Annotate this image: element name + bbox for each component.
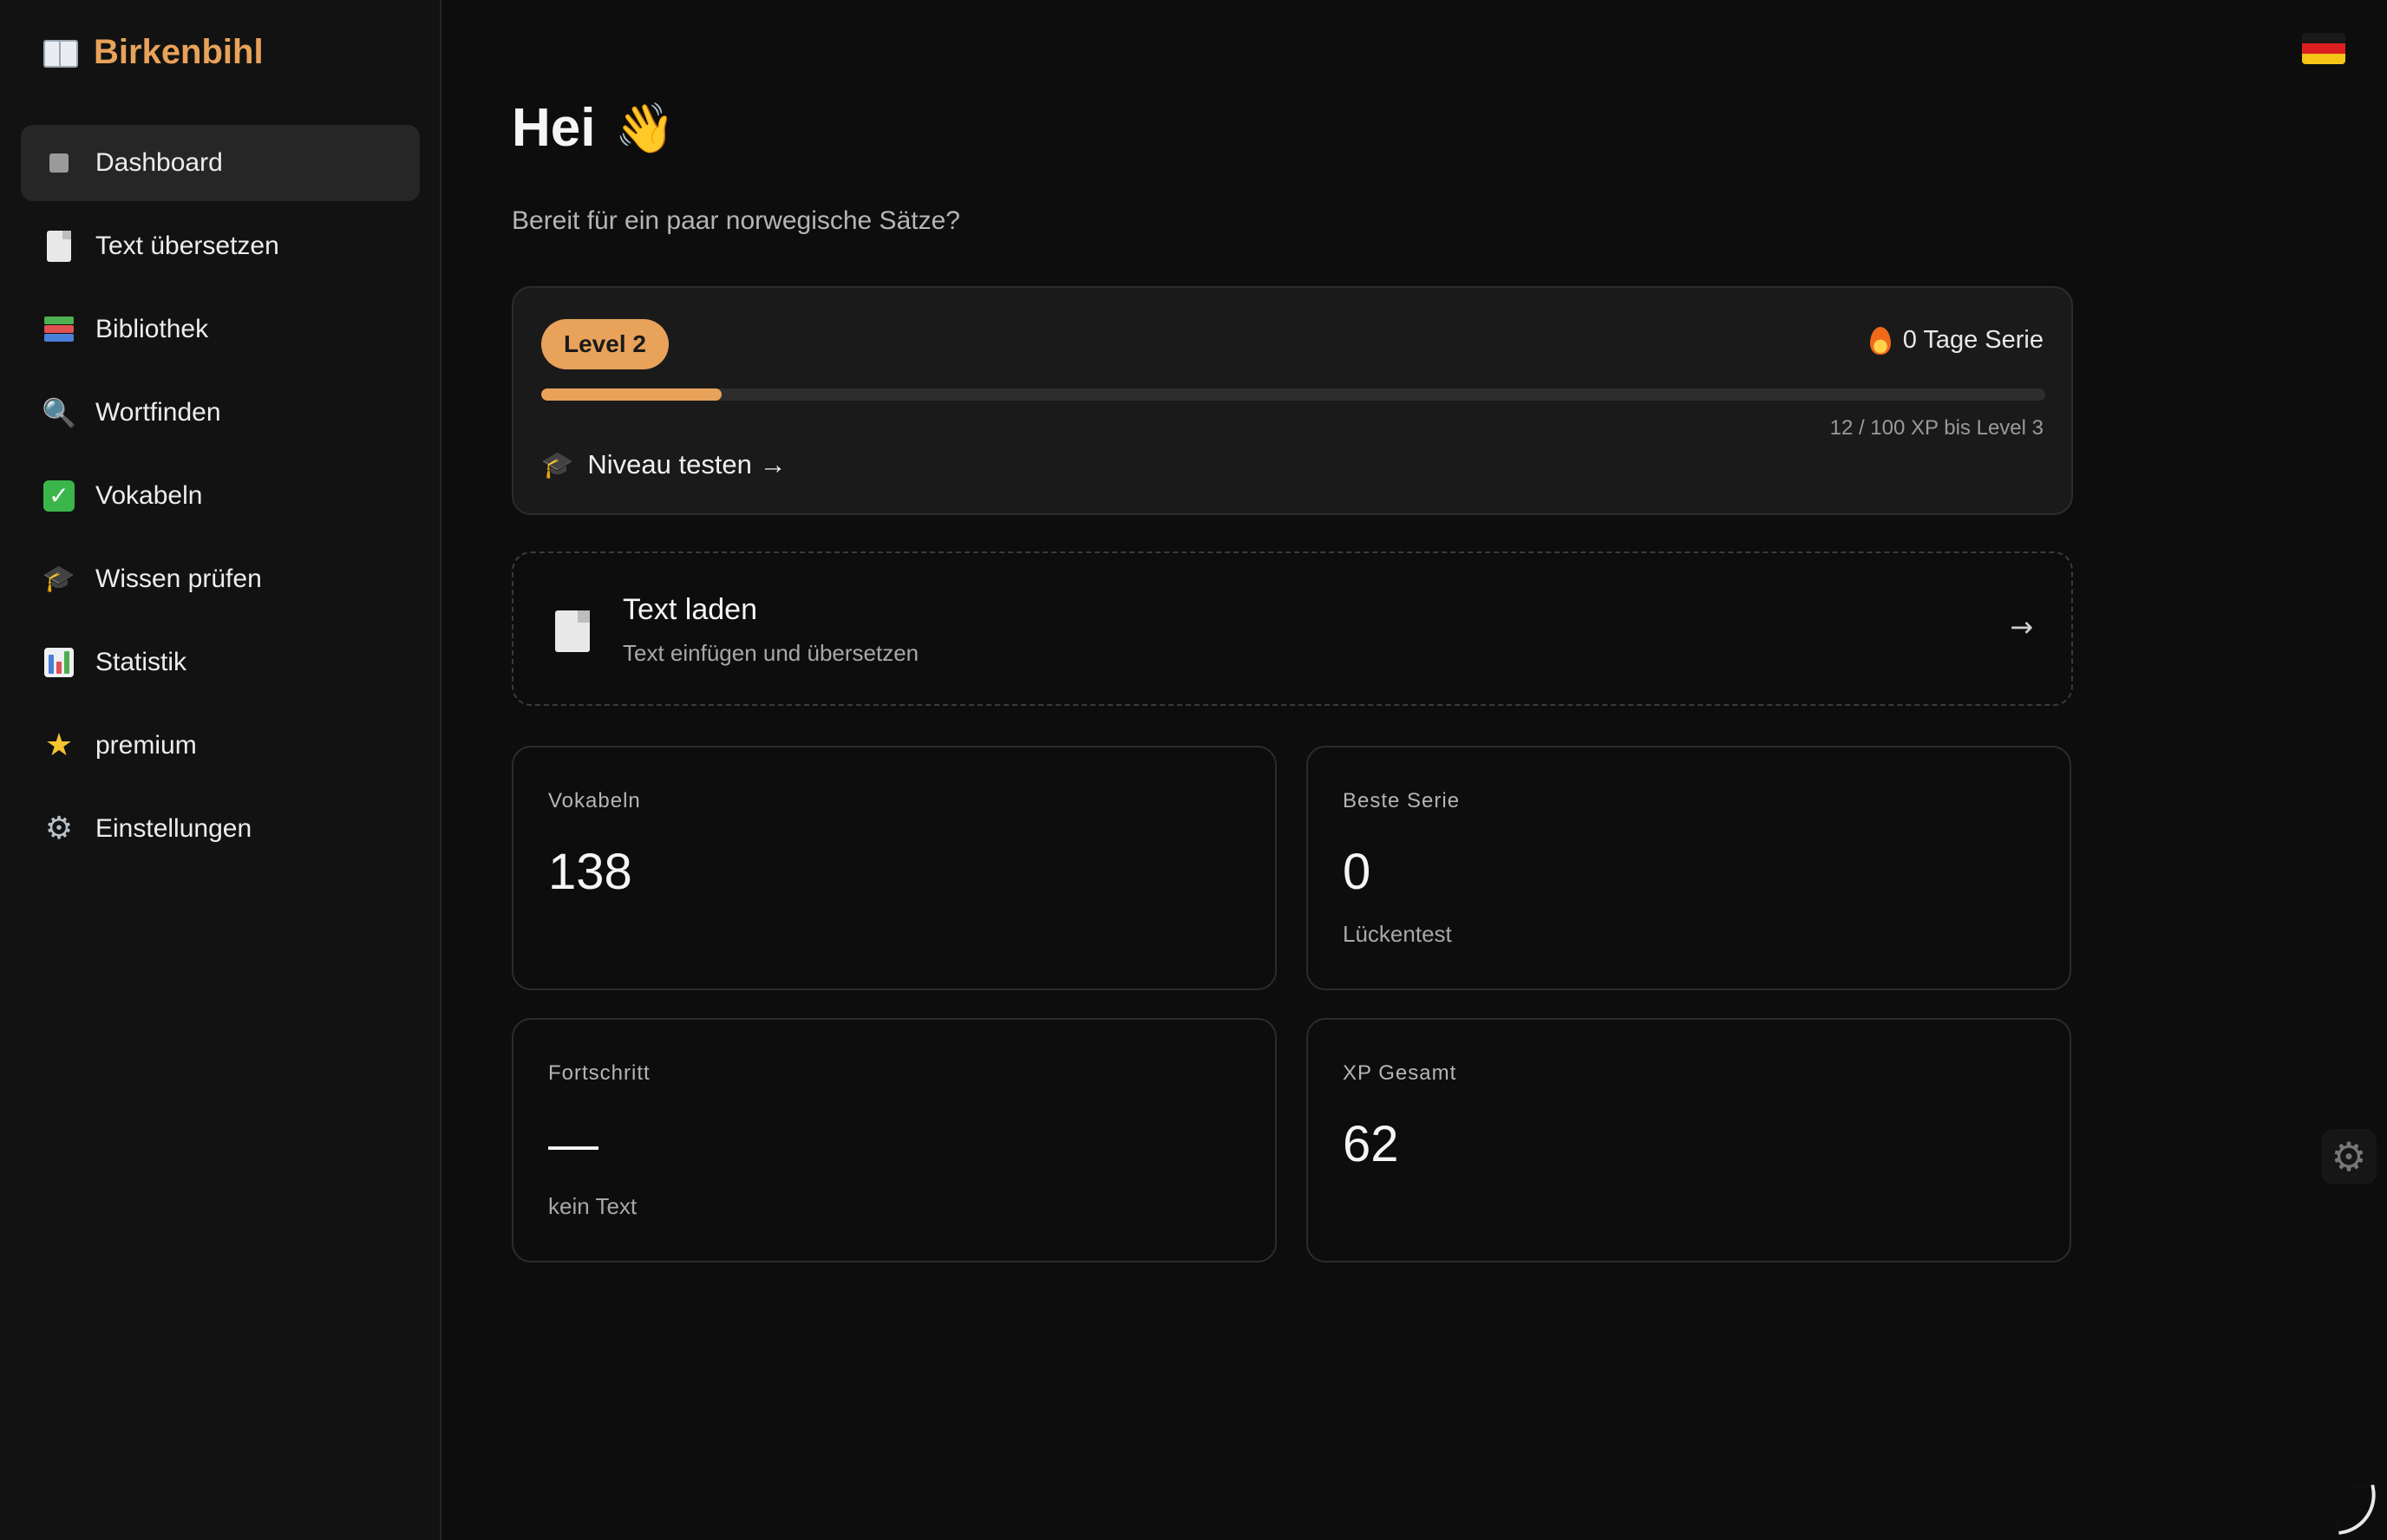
brand[interactable]: Birkenbihl — [43, 33, 264, 72]
magnifier-icon: 🔍 — [42, 396, 76, 429]
sidebar-item-label: Wortfinden — [95, 398, 221, 427]
xp-progress-fill — [541, 388, 723, 401]
gear-icon: ⚙ — [44, 811, 74, 846]
german-flag-icon[interactable] — [2302, 33, 2345, 64]
niveau-testen-label: Niveau testen → — [587, 449, 787, 480]
level-badge: Level 2 — [541, 319, 669, 369]
text-laden-title: Text laden — [623, 593, 757, 626]
text-laden-subtitle: Text einfügen und übersetzen — [623, 640, 919, 666]
document-icon — [555, 610, 590, 652]
stat-value: 138 — [548, 844, 632, 900]
sidebar-item-statistik[interactable]: Statistik — [21, 624, 420, 701]
star-icon: ★ — [44, 728, 74, 763]
waving-hand-icon: 👋 — [614, 100, 676, 157]
sidebar-item-label: Statistik — [95, 648, 187, 676]
checkmark-icon: ✓ — [43, 480, 75, 512]
sidebar-item-einstellungen[interactable]: ⚙ Einstellungen — [21, 791, 420, 867]
sidebar-item-label: Wissen prüfen — [95, 564, 262, 593]
streak-text: 0 Tage Serie — [1902, 326, 2044, 354]
stat-sub: Lückentest — [1343, 921, 1452, 947]
page-subtitle: Bereit für ein paar norwegische Sätze? — [512, 206, 960, 235]
resize-handle[interactable] — [2331, 1485, 2382, 1535]
sidebar-item-wissen-pruefen[interactable]: 🎓 Wissen prüfen — [21, 541, 420, 617]
stat-value: 62 — [1343, 1116, 1399, 1172]
bar-chart-icon — [43, 647, 75, 678]
stat-label: Beste Serie — [1343, 789, 1461, 812]
sidebar-item-wortfinden[interactable]: 🔍 Wortfinden — [21, 375, 420, 451]
page-title: Hei 👋 — [512, 97, 675, 159]
sidebar-item-dashboard[interactable]: Dashboard — [21, 125, 420, 201]
sidebar: Birkenbihl Dashboard Text übersetzen Bib… — [0, 0, 441, 1540]
sidebar-item-label: premium — [95, 731, 197, 760]
sidebar-item-label: Vokabeln — [95, 481, 203, 510]
open-book-icon — [43, 38, 78, 68]
app-root: Birkenbihl Dashboard Text übersetzen Bib… — [0, 0, 2387, 1540]
text-laden-card[interactable]: Text laden Text einfügen und übersetzen … — [512, 551, 2073, 706]
stat-value: 0 — [1343, 844, 1371, 900]
stat-card-beste-serie: Beste Serie 0 Lückentest — [1306, 746, 2071, 990]
dashboard-icon — [43, 147, 75, 179]
graduation-cap-icon: 🎓 — [541, 449, 574, 480]
stat-label: Vokabeln — [548, 789, 641, 812]
greeting-text: Hei — [512, 98, 596, 158]
sidebar-item-label: Dashboard — [95, 148, 223, 177]
stat-card-vokabeln: Vokabeln 138 — [512, 746, 1277, 990]
document-icon — [43, 231, 75, 262]
sidebar-item-label: Bibliothek — [95, 315, 209, 343]
sidebar-item-premium[interactable]: ★ premium — [21, 708, 420, 784]
sidebar-item-vokabeln[interactable]: ✓ Vokabeln — [21, 458, 420, 534]
graduation-cap-icon: 🎓 — [43, 564, 75, 594]
brand-name: Birkenbihl — [94, 33, 264, 71]
streak-indicator: 0 Tage Serie — [1869, 326, 2044, 355]
sidebar-item-text-uebersetzen[interactable]: Text übersetzen — [21, 208, 420, 284]
level-card: Level 2 0 Tage Serie 12 / 100 XP bis Lev… — [512, 286, 2073, 515]
sidebar-item-label: Text übersetzen — [95, 232, 279, 260]
flame-icon — [1869, 326, 1891, 355]
stat-sub: kein Text — [548, 1193, 638, 1219]
sidebar-nav: Dashboard Text übersetzen Bibliothek 🔍 W… — [21, 125, 420, 874]
stat-value: — — [548, 1116, 598, 1172]
xp-progress-bar — [541, 388, 2045, 401]
floating-settings-gear-icon[interactable]: ⚙ — [2321, 1129, 2377, 1184]
stat-card-xp-gesamt: XP Gesamt 62 — [1306, 1018, 2071, 1263]
sidebar-item-label: Einstellungen — [95, 814, 252, 843]
stat-label: XP Gesamt — [1343, 1061, 1457, 1085]
xp-progress-text: 12 / 100 XP bis Level 3 — [1829, 416, 2044, 440]
stat-card-fortschritt: Fortschritt — kein Text — [512, 1018, 1277, 1263]
arrow-right-icon: → — [2010, 610, 2033, 643]
niveau-testen-link[interactable]: 🎓 Niveau testen → — [541, 449, 787, 480]
sidebar-item-bibliothek[interactable]: Bibliothek — [21, 291, 420, 368]
stat-label: Fortschritt — [548, 1061, 651, 1085]
books-icon — [43, 314, 75, 345]
